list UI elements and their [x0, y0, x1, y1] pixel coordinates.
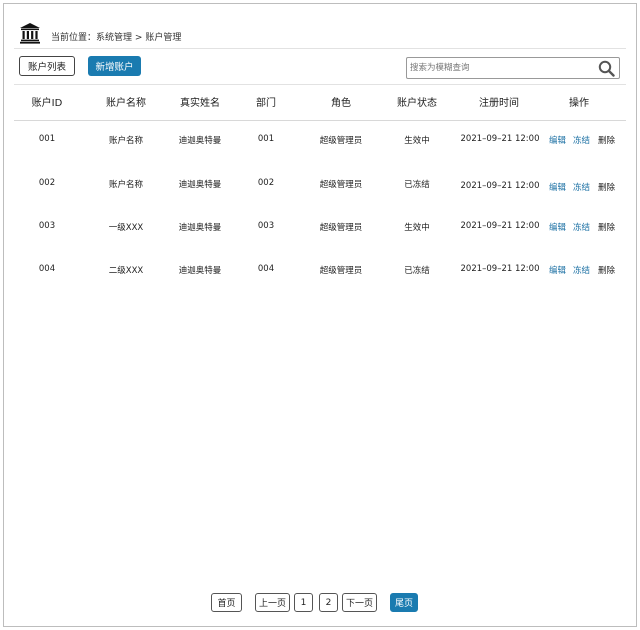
delete-link[interactable]: 删除 [598, 134, 615, 146]
breadcrumb-separator: > [134, 33, 143, 43]
search-input[interactable] [410, 61, 590, 75]
cell-status: 已冻结 [404, 180, 430, 190]
edit-link[interactable]: 编辑 [549, 134, 566, 146]
table-row: 001 账户名称 迪迦奥特曼 001 超级管理员 生效中 2021–09–21 … [14, 134, 626, 152]
header-divider [14, 48, 626, 49]
breadcrumb: 当前位置：系统管理 > 账户管理 [51, 30, 181, 43]
cell-account-id: 004 [38, 264, 56, 274]
breadcrumb-section[interactable]: 系统管理 [96, 33, 132, 43]
delete-link[interactable]: 删除 [598, 181, 615, 193]
edit-link[interactable]: 编辑 [549, 181, 566, 193]
cell-registration-time: 2021–09–21 12:00 [460, 264, 540, 274]
cell-status: 生效中 [404, 136, 430, 146]
table-header: 账户ID 账户名称 真实姓名 部门 角色 账户状态 注册时间 操作 [14, 94, 626, 112]
cell-account-id: 003 [38, 221, 56, 231]
table-header-divider [14, 120, 626, 121]
cell-role: 超级管理员 [319, 136, 363, 146]
column-header-registration-time: 注册时间 [479, 98, 519, 109]
column-header-role: 角色 [331, 98, 351, 109]
next-page-button[interactable]: 下一页 [342, 593, 377, 612]
previous-page-button[interactable]: 上一页 [255, 593, 290, 612]
column-header-actions: 操作 [569, 98, 589, 109]
column-header-real-name: 真实姓名 [180, 98, 220, 109]
cell-department: 002 [257, 178, 275, 188]
pagination: 首页 上一页 1 2 下一页 尾页 [4, 593, 638, 612]
column-header-department: 部门 [256, 98, 276, 109]
account-list-button[interactable]: 账户列表 [19, 56, 75, 76]
cell-registration-time: 2021–09–21 12:00 [460, 181, 540, 191]
cell-department: 003 [257, 221, 275, 231]
cell-role: 超级管理员 [319, 180, 363, 190]
first-page-button[interactable]: 首页 [211, 593, 242, 612]
freeze-link[interactable]: 冻结 [573, 181, 590, 193]
last-page-button[interactable]: 尾页 [390, 593, 418, 612]
cell-real-name: 迪迦奥特曼 [178, 266, 222, 276]
delete-link[interactable]: 删除 [598, 264, 615, 276]
freeze-link[interactable]: 冻结 [573, 221, 590, 233]
breadcrumb-current-page: 账户管理 [145, 33, 182, 43]
cell-role: 超级管理员 [319, 266, 363, 276]
table-row: 003 一级XXX 迪迦奥特曼 003 超级管理员 生效中 2021–09–21… [14, 221, 626, 239]
freeze-link[interactable]: 冻结 [573, 134, 590, 146]
freeze-link[interactable]: 冻结 [573, 264, 590, 276]
cell-real-name: 迪迦奥特曼 [178, 136, 222, 146]
cell-account-name: 二级XXX [108, 266, 144, 276]
page-frame: 当前位置：系统管理 > 账户管理 账户列表 新增账户 账户ID 账户名称 真实姓… [3, 3, 637, 627]
search-box [406, 57, 620, 79]
table-row: 002 账户名称 迪迦奥特曼 002 超级管理员 已冻结 2021–09–21 … [14, 178, 626, 196]
cell-status: 生效中 [404, 223, 430, 233]
cell-account-name: 账户名称 [108, 136, 144, 146]
column-header-account-name: 账户名称 [106, 98, 146, 109]
column-header-account-id: 账户ID [31, 98, 63, 109]
cell-role: 超级管理员 [319, 223, 363, 233]
cell-registration-time: 2021–09–21 12:00 [460, 134, 540, 144]
cell-account-name: 一级XXX [108, 223, 144, 233]
toolbar-divider [14, 84, 626, 85]
cell-registration-time: 2021–09–21 12:00 [460, 221, 540, 231]
delete-link[interactable]: 删除 [598, 221, 615, 233]
column-header-account-status: 账户状态 [397, 98, 437, 109]
edit-link[interactable]: 编辑 [549, 264, 566, 276]
edit-link[interactable]: 编辑 [549, 221, 566, 233]
search-icon[interactable] [598, 60, 615, 77]
cell-department: 001 [257, 134, 275, 144]
page-number-button[interactable]: 1 [294, 593, 313, 612]
cell-account-id: 001 [38, 134, 56, 144]
breadcrumb-prefix: 当前位置： [51, 33, 97, 43]
cell-status: 已冻结 [404, 266, 430, 276]
cell-real-name: 迪迦奥特曼 [178, 223, 222, 233]
add-account-button[interactable]: 新增账户 [88, 56, 141, 76]
table-row: 004 二级XXX 迪迦奥特曼 004 超级管理员 已冻结 2021–09–21… [14, 264, 626, 282]
bank-building-icon [20, 23, 40, 44]
cell-account-name: 账户名称 [108, 180, 144, 190]
page-number-button[interactable]: 2 [319, 593, 338, 612]
cell-department: 004 [257, 264, 275, 274]
cell-account-id: 002 [38, 178, 56, 188]
cell-real-name: 迪迦奥特曼 [178, 180, 222, 190]
